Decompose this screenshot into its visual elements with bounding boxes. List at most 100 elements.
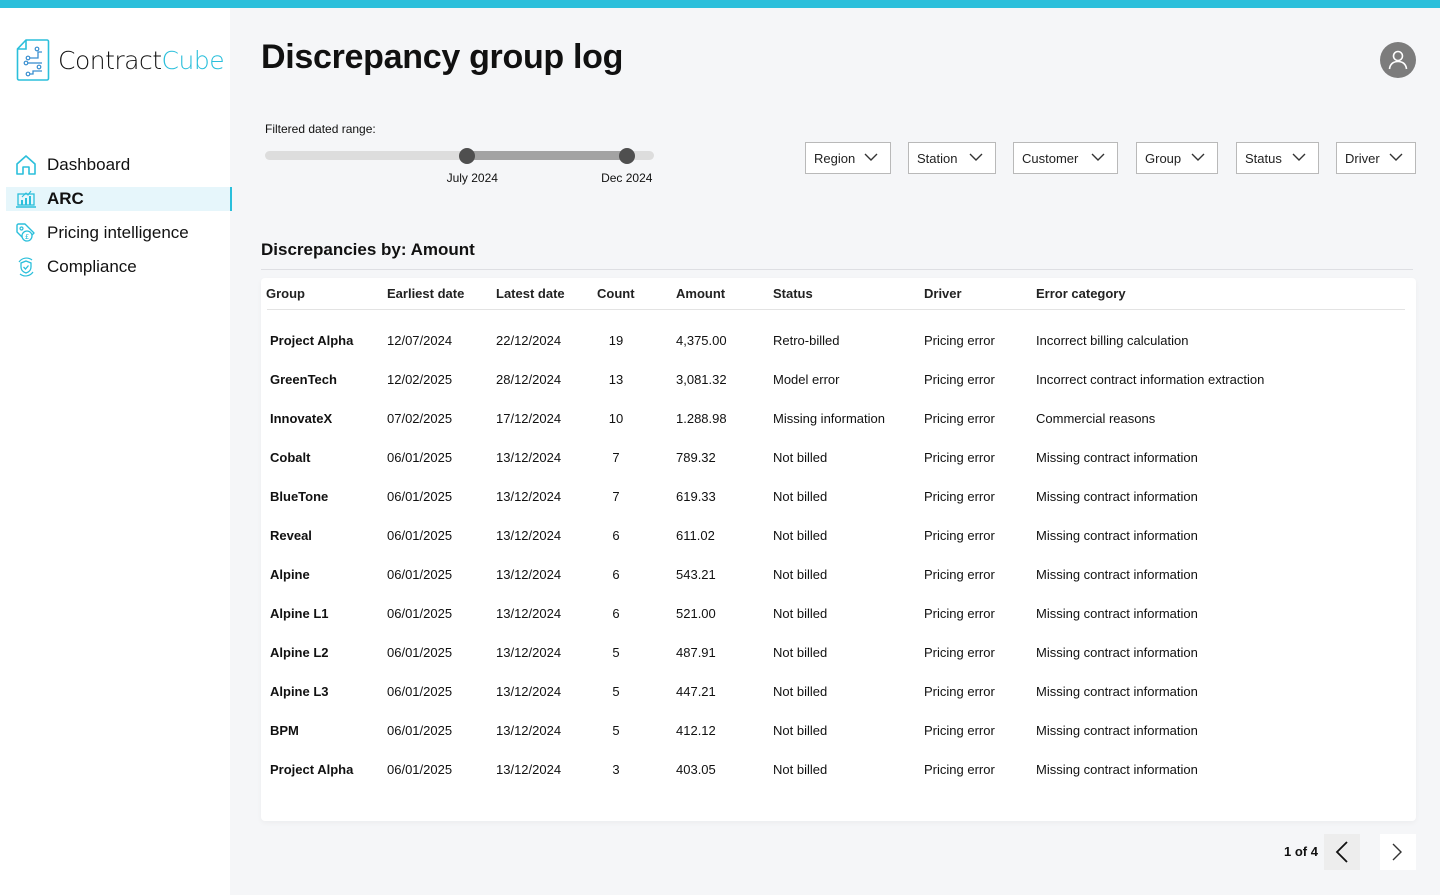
cell-count: 10 <box>608 411 624 426</box>
next-page-button[interactable] <box>1380 834 1416 870</box>
page-title: Discrepancy group log <box>261 38 624 76</box>
user-avatar-button[interactable] <box>1380 42 1416 78</box>
table-row[interactable]: Alpine L1 06/01/2025 13/12/2024 6 521.00 Not … <box>261 602 1416 641</box>
cell-amount: 3,081.32 <box>676 372 727 387</box>
cell-amount: 789.32 <box>676 450 716 465</box>
pagination-status: 1 of 4 <box>1284 844 1318 859</box>
cell-status: Not billed <box>773 528 828 543</box>
column-header-group[interactable]: Group <box>266 286 305 301</box>
cell-status: Not billed <box>773 684 828 699</box>
cell-count: 6 <box>612 567 620 582</box>
cell-earliest-date: 06/01/2025 <box>387 489 453 504</box>
filter-station-dropdown[interactable]: Station <box>908 142 996 174</box>
cell-error-category: Commercial reasons <box>1036 411 1156 426</box>
cell-driver: Pricing error <box>924 450 995 465</box>
table-body: Project Alpha 12/07/2024 22/12/2024 19 4,375… <box>261 329 1416 797</box>
cell-amount: 543.21 <box>676 567 716 582</box>
home-icon <box>14 153 38 177</box>
cell-driver: Pricing error <box>924 411 995 426</box>
cell-driver: Pricing error <box>924 489 995 504</box>
cell-earliest-date: 06/01/2025 <box>387 567 453 582</box>
previous-page-button[interactable] <box>1324 834 1360 870</box>
filter-status-dropdown[interactable]: Status <box>1236 142 1319 174</box>
cell-amount: 487.91 <box>676 645 716 660</box>
contract-circuit-logo-icon <box>16 39 50 81</box>
date-range-slider[interactable] <box>265 148 654 164</box>
column-header-driver[interactable]: Driver <box>924 286 962 301</box>
table-row[interactable]: Cobalt 06/01/2025 13/12/2024 7 789.32 Not bil… <box>261 446 1416 485</box>
cell-driver: Pricing error <box>924 762 995 777</box>
section-divider <box>261 269 1413 270</box>
table-row[interactable]: BlueTone 06/01/2025 13/12/2024 7 619.33 Not b… <box>261 485 1416 524</box>
cell-earliest-date: 06/01/2025 <box>387 645 453 660</box>
date-range-start-handle[interactable] <box>459 148 476 164</box>
filter-label: Driver <box>1345 150 1380 166</box>
cell-latest-date: 13/12/2024 <box>496 450 562 465</box>
column-header-error-category[interactable]: Error category <box>1036 286 1126 301</box>
cell-earliest-date: 06/01/2025 <box>387 723 453 738</box>
cell-status: Not billed <box>773 606 828 621</box>
cell-count: 19 <box>608 333 624 348</box>
filter-driver-dropdown[interactable]: Driver <box>1336 142 1416 174</box>
cell-driver: Pricing error <box>924 645 995 660</box>
cell-group: Cobalt <box>270 450 311 465</box>
cell-status: Retro-billed <box>773 333 840 348</box>
cell-error-category: Missing contract information <box>1036 762 1198 777</box>
sidebar-nav: Dashboard ARC £ Pricing intelligence Com… <box>6 153 232 289</box>
table-row[interactable]: Project Alpha 12/07/2024 22/12/2024 19 4,375… <box>261 329 1416 368</box>
table-header: Group Earliest date Latest date Count Am… <box>261 278 1416 310</box>
cell-error-category: Missing contract information <box>1036 567 1198 582</box>
column-header-status[interactable]: Status <box>773 286 813 301</box>
date-range-start-label: July 2024 <box>446 171 498 185</box>
table-row[interactable]: Reveal 06/01/2025 13/12/2024 6 611.02 Not bil… <box>261 524 1416 563</box>
cell-count: 5 <box>612 723 620 738</box>
cell-group: Project Alpha <box>270 762 354 777</box>
date-range-end-label: Dec 2024 <box>601 171 653 185</box>
cell-earliest-date: 06/01/2025 <box>387 528 453 543</box>
cell-latest-date: 13/12/2024 <box>496 489 562 504</box>
column-header-earliest-date[interactable]: Earliest date <box>387 286 464 301</box>
cell-earliest-date: 06/01/2025 <box>387 684 453 699</box>
cell-latest-date: 28/12/2024 <box>496 372 562 387</box>
column-header-latest-date[interactable]: Latest date <box>496 286 565 301</box>
chevron-down-icon <box>1091 153 1105 161</box>
cell-error-category: Missing contract information <box>1036 684 1198 699</box>
sidebar-item-dashboard[interactable]: Dashboard <box>6 153 232 177</box>
table-row[interactable]: BPM 06/01/2025 13/12/2024 5 412.12 Not billed… <box>261 719 1416 758</box>
cell-count: 13 <box>608 372 624 387</box>
table-row[interactable]: Project Alpha 06/01/2025 13/12/2024 3 403.05… <box>261 758 1416 797</box>
column-header-count[interactable]: Count <box>597 286 635 301</box>
cell-status: Not billed <box>773 450 828 465</box>
cell-earliest-date: 12/07/2024 <box>387 333 453 348</box>
filter-label: Group <box>1145 150 1182 166</box>
filter-region-dropdown[interactable]: Region <box>805 142 891 174</box>
logo[interactable]: ContractCube <box>16 38 225 82</box>
table-row[interactable]: GreenTech 12/02/2025 28/12/2024 13 3,081.32 M… <box>261 368 1416 407</box>
sidebar-item-pricing-intelligence[interactable]: £ Pricing intelligence <box>6 221 232 245</box>
table-row[interactable]: Alpine L3 06/01/2025 13/12/2024 5 447.21 Not … <box>261 680 1416 719</box>
table-row[interactable]: InnovateX 07/02/2025 17/12/2024 10 1.288.98 M… <box>261 407 1416 446</box>
cell-group: Alpine L2 <box>270 645 329 660</box>
brand-name: ContractCube <box>58 46 225 75</box>
cell-count: 6 <box>612 606 620 621</box>
table-row[interactable]: Alpine 06/01/2025 13/12/2024 6 543.21 Not bil… <box>261 563 1416 602</box>
cell-error-category: Missing contract information <box>1036 528 1198 543</box>
filter-group-dropdown[interactable]: Group <box>1136 142 1218 174</box>
cell-earliest-date: 07/02/2025 <box>387 411 453 426</box>
sidebar: ContractCube Dashboard ARC £ Pricing int… <box>0 8 232 895</box>
date-range-end-handle[interactable] <box>618 148 635 164</box>
cell-error-category: Missing contract information <box>1036 450 1198 465</box>
column-header-amount[interactable]: Amount <box>676 286 725 301</box>
filter-label: Customer <box>1022 150 1079 166</box>
table-row[interactable]: Alpine L2 06/01/2025 13/12/2024 5 487.91 Not … <box>261 641 1416 680</box>
cell-group: Alpine L1 <box>270 606 329 621</box>
cell-group: BPM <box>270 723 299 738</box>
chevron-right-icon <box>1392 843 1402 861</box>
filter-customer-dropdown[interactable]: Customer <box>1013 142 1118 174</box>
cell-error-category: Missing contract information <box>1036 606 1198 621</box>
cell-status: Missing information <box>773 411 885 426</box>
cell-driver: Pricing error <box>924 684 995 699</box>
sidebar-item-label: Pricing intelligence <box>47 223 189 242</box>
sidebar-item-arc[interactable]: ARC <box>6 187 232 211</box>
sidebar-item-compliance[interactable]: Compliance <box>6 255 232 279</box>
